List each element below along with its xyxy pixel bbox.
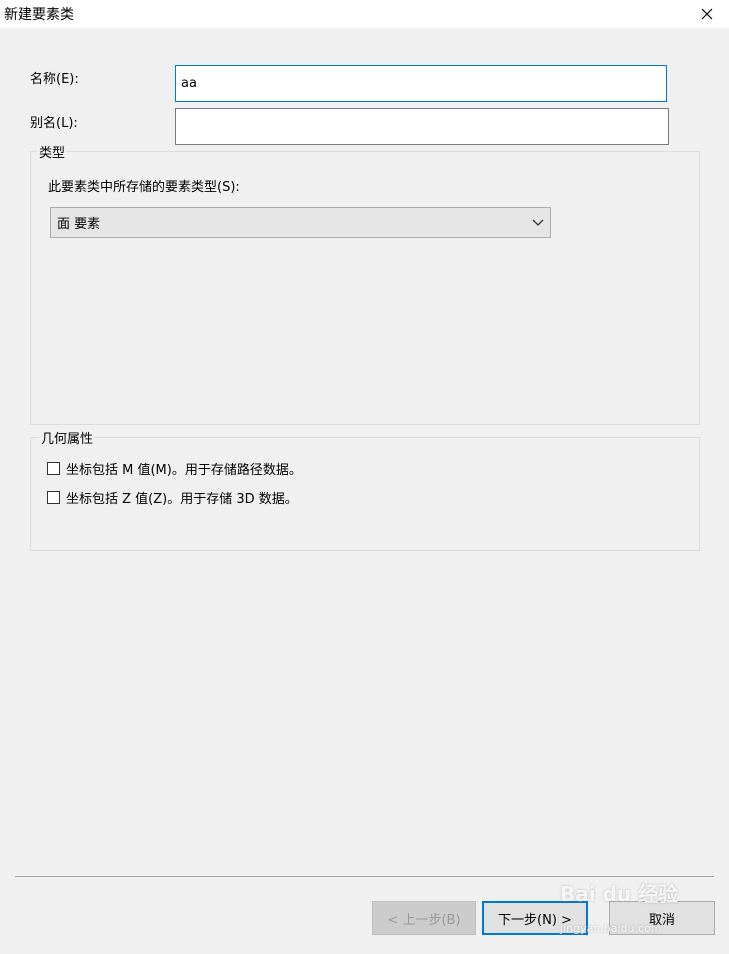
m-value-label: 坐标包括 M 值(M)。用于存储路径数据。 (66, 463, 302, 478)
name-label: 名称(E): (30, 72, 79, 87)
type-group-title: 类型 (37, 142, 68, 161)
cancel-button[interactable]: 取消 (609, 901, 715, 935)
type-description: 此要素类中所存储的要素类型(S): (48, 180, 240, 195)
m-value-option[interactable]: 坐标包括 M 值(M)。用于存储路径数据。 (47, 459, 302, 478)
name-value: aa (181, 76, 197, 91)
z-value-label: 坐标包括 Z 值(Z)。用于存储 3D 数据。 (66, 492, 298, 507)
chevron-down-icon (532, 219, 544, 226)
m-value-checkbox[interactable] (47, 462, 60, 475)
z-value-option[interactable]: 坐标包括 Z 值(Z)。用于存储 3D 数据。 (47, 488, 298, 507)
next-button[interactable]: 下一步(N) > (482, 901, 588, 935)
back-button[interactable]: < 上一步(B) (372, 901, 476, 935)
alias-label: 别名(L): (30, 116, 78, 131)
feature-type-select[interactable]: 面 要素 (50, 207, 551, 238)
feature-type-value: 面 要素 (57, 217, 101, 232)
geometry-group-title: 几何属性 (39, 428, 96, 447)
window-title: 新建要素类 (4, 7, 74, 23)
close-icon (701, 8, 713, 20)
z-value-checkbox[interactable] (47, 491, 60, 504)
close-button[interactable] (685, 0, 729, 28)
name-field[interactable]: aa (175, 65, 667, 102)
footer-separator (15, 876, 714, 877)
alias-field[interactable] (175, 108, 669, 145)
title-bar: 新建要素类 (0, 0, 729, 28)
